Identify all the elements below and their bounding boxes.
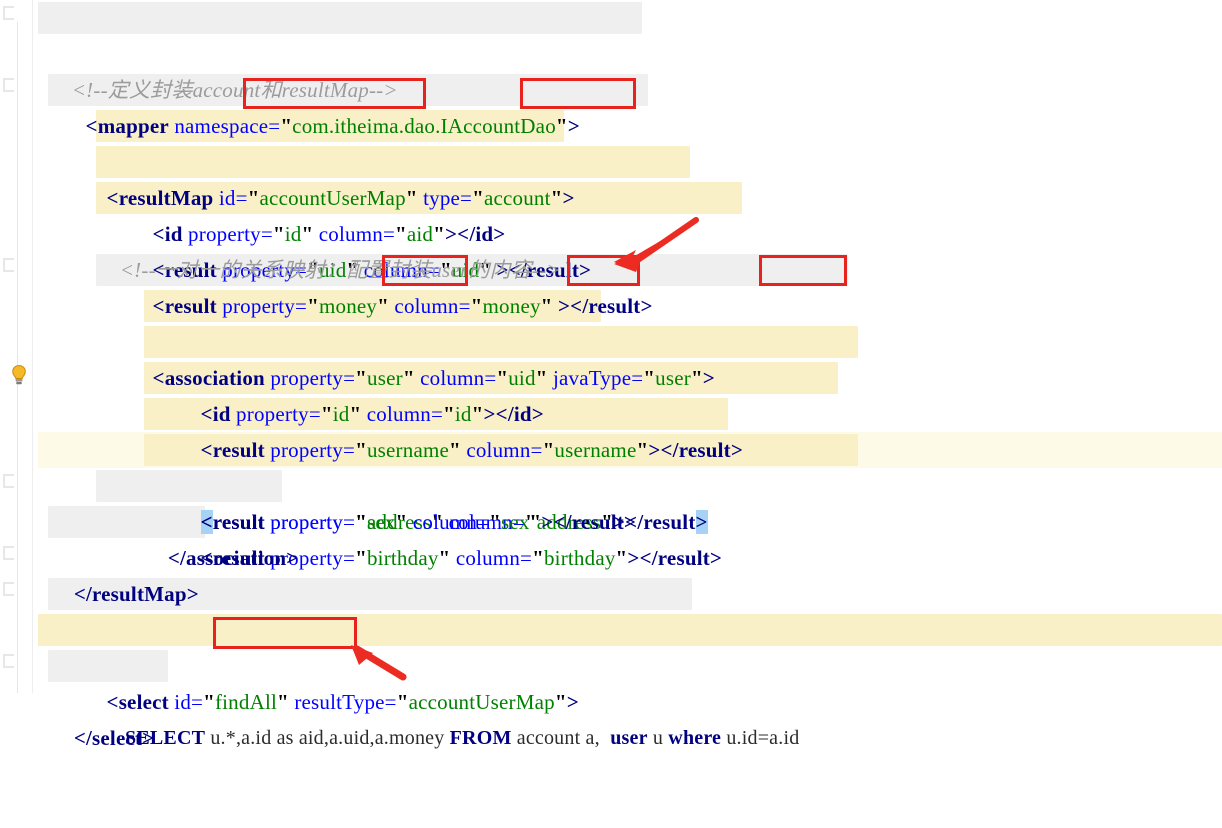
sql-alias-aid: a.id as aid, [241,727,330,749]
token-end-tag: </result> [660,438,744,462]
token-eq: = [295,294,308,318]
token-eq: = [343,438,356,462]
token-tag-close: > [567,114,580,138]
sql-keyword-from: FROM [449,727,512,749]
token-attr-column: column [450,546,521,570]
code-fold-marker-icon[interactable] [3,546,14,560]
code-editor[interactable]: <mapper namespace="com.itheima.dao.IAcco… [0,0,1222,750]
token-property-value: money [318,294,378,318]
xml-comment: <!--一对一的关系映射：配置封装user的内容--> [119,258,561,282]
token-property-value: birthday [366,546,439,570]
sql-keyword-user: user [610,727,648,749]
code-line[interactable]: <!--定义封装account和resultMap--> [0,36,1222,102]
sql-table-account: account a, [511,727,611,749]
token-quote: " [643,366,656,390]
token-namespace-value: com.itheima.dao.IAccountDao [292,114,556,138]
token-association-javatype-value: user [655,366,691,390]
token-tag-open: < [152,294,165,318]
code-fold-marker-icon[interactable] [3,474,14,488]
code-fold-marker-icon[interactable] [3,258,14,272]
token-attr-column: column [460,438,531,462]
token-quote: " [550,186,563,210]
code-line-sql[interactable]: SELECT u.*,a.id as aid,a.uid,a.money FRO… [0,612,1222,749]
token-quote: " [470,294,483,318]
sql-body-highlight [0,614,1222,646]
code-fold-marker-icon[interactable] [3,6,14,20]
code-fold-marker-icon[interactable] [3,78,14,92]
lightbulb-icon[interactable] [9,364,29,386]
token-column-value: birthday [543,546,616,570]
token-property-value: username [366,438,450,462]
gutter-divider-outer [32,0,33,693]
token-quote: " [532,546,544,570]
sql-keyword-where: where [668,727,722,749]
token-tag-name: result [164,294,217,318]
token-end-tag-resultmap: </resultMap> [73,582,199,606]
gutter-divider-inner [17,22,18,693]
token-eq: = [343,546,356,570]
sql-columns-prefix: u.*, [205,727,242,749]
token-quote: " [636,438,649,462]
token-attr-column: column [388,294,459,318]
token-quote: " [438,546,451,570]
token-quote: " [355,438,367,462]
token-tag-name: mapper [97,114,169,138]
token-attr-property: property [216,294,296,318]
token-tag-open: < [200,438,213,462]
token-eq: = [631,366,644,390]
code-line[interactable]: <mapper namespace="com.itheima.dao.IAcco… [0,0,1222,138]
sql-join-condition: u.id=a.id [721,727,800,749]
xml-comment: <!--定义封装account和resultMap--> [71,78,398,102]
token-tag-close: > [702,366,715,390]
token-quote: " [449,438,461,462]
token-eq: = [268,114,281,138]
token-column-value: username [554,438,637,462]
token-quote: " [615,546,628,570]
token-attr-property: property [264,438,344,462]
token-quote: " [542,438,555,462]
token-end-tag-select: </select> [73,726,155,750]
token-attr-namespace: namespace [168,114,269,138]
token-quote: " [355,546,367,570]
token-quote: " [540,294,553,318]
token-tag-close: > [627,546,640,570]
token-quote: " [690,366,703,390]
token-tag-name: result [212,438,265,462]
token-quote: " [280,114,293,138]
code-fold-marker-icon[interactable] [3,582,14,596]
token-quote: " [555,114,568,138]
token-tag-close: > [562,186,575,210]
token-eq: = [520,546,533,570]
editor-gutter[interactable] [0,0,38,693]
token-end-tag-association: </association> [167,546,299,570]
sql-columns-suffix: a.uid,a.money [329,727,450,749]
token-end-tag: </result> [570,294,653,318]
sql-alias-u: u [647,727,669,749]
token-end-tag: </result> [639,546,723,570]
code-fold-marker-icon[interactable] [3,654,14,668]
token-eq: = [458,294,471,318]
token-tag-close: > [648,438,661,462]
token-quote: " [377,294,389,318]
token-tag-close: > [552,294,571,318]
token-quote: " [307,294,319,318]
token-column-value: money [482,294,541,318]
scope-highlight [30,2,642,34]
token-tag-open: < [85,114,98,138]
token-attr-javatype: javaType [547,366,632,390]
token-eq: = [530,438,543,462]
